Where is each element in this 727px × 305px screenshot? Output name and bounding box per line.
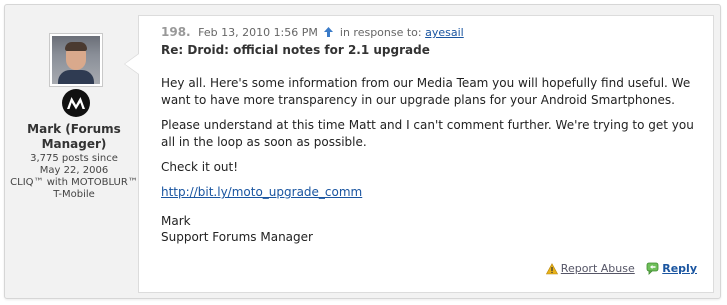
respondee-link[interactable]: ayesail [425,26,464,39]
author-name[interactable]: Mark (Forums Manager) [5,122,143,152]
author-name-line: Mark (Forums [27,122,121,136]
person-avatar-icon [52,36,100,84]
author-meta: 3,775 posts since May 22, 2006 CLIQ™ wit… [5,153,143,201]
post-date: Feb 13, 2010 1:56 PM [198,26,318,39]
device-line: CLIQ™ with MOTOBLUR™ [10,177,138,188]
signature-name: Mark [161,214,191,228]
post-link[interactable]: http://bit.ly/moto_upgrade_comm [161,185,362,199]
motorola-logo-icon [62,89,90,117]
signature: Mark Support Forums Manager [161,213,701,245]
author-name-line: Manager) [41,137,107,151]
post-paragraph: Check it out! [161,160,239,174]
member-since: May 22, 2006 [39,165,109,176]
in-response-to-label: in response to: [339,26,422,39]
warning-icon [545,263,558,275]
post-paragraph: Please understand at this time Matt and … [161,118,694,149]
reply-icon [646,262,659,275]
post-number: 198. [161,25,191,39]
author-avatar[interactable] [49,33,103,87]
report-abuse-link[interactable]: Report Abuse [561,262,635,275]
in-response-arrow-icon[interactable] [323,26,334,38]
reply-action[interactable]: Reply [646,262,697,275]
forum-post: Mark (Forums Manager) 3,775 posts since … [4,4,721,299]
signature-title: Support Forums Manager [161,230,313,244]
reply-link[interactable]: Reply [662,262,697,275]
author-panel: Mark (Forums Manager) 3,775 posts since … [5,5,143,298]
post-meta: 198. Feb 13, 2010 1:56 PM in response to… [161,25,464,39]
post-content: 198. Feb 13, 2010 1:56 PM in response to… [124,15,714,293]
post-subject: Re: Droid: official notes for 2.1 upgrad… [161,43,430,57]
report-abuse-action[interactable]: Report Abuse [545,262,638,275]
post-actions: Report Abuse Reply [538,262,697,275]
post-paragraph: Hey all. Here's some information from ou… [161,76,691,107]
carrier-line: T-Mobile [53,189,95,200]
post-count: 3,775 posts since [30,153,118,164]
post-body: Hey all. Here's some information from ou… [161,75,701,245]
